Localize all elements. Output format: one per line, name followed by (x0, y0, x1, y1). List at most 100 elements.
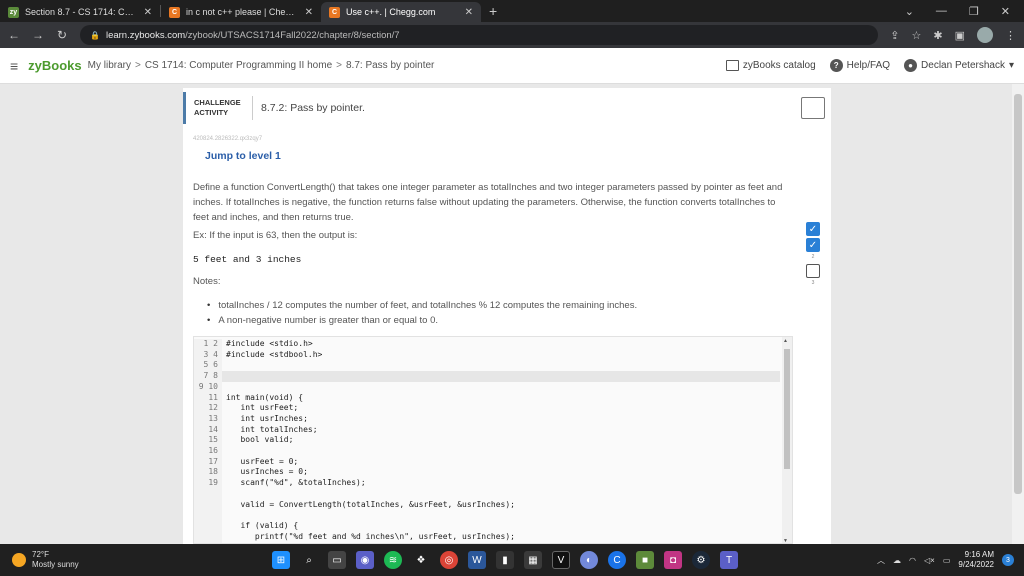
sidepanel-icon[interactable]: ▣ (955, 29, 965, 42)
store-icon[interactable]: ▦ (524, 551, 542, 569)
task-view-icon[interactable]: ▭ (328, 551, 346, 569)
breadcrumb-section[interactable]: 8.7: Pass by pointer (346, 60, 434, 71)
weather-widget[interactable]: 72°F Mostly sunny (0, 550, 240, 570)
challenge-activity-card: CHALLENGE ACTIVITY 8.7.2: Pass by pointe… (183, 88, 831, 544)
extensions-icon[interactable]: ✱ (933, 29, 942, 42)
jump-to-level-link[interactable]: Jump to level 1 (205, 150, 281, 162)
dropbox-icon[interactable]: ❖ (412, 551, 430, 569)
bookmark-star-icon[interactable]: ☆ (912, 29, 922, 42)
hamburger-menu-icon[interactable]: ≡ (10, 58, 18, 74)
close-icon[interactable]: ✕ (465, 7, 473, 18)
level-indicators: ✓ ✓ 2 3 (806, 222, 820, 290)
code-text[interactable]: #include <stdio.h> #include <stdbool.h> … (226, 339, 515, 542)
catalog-label: zyBooks catalog (742, 60, 816, 71)
tab-zybooks-section[interactable]: zy Section 8.7 - CS 1714: Computer ✕ (0, 2, 160, 22)
forward-arrow-icon[interactable]: → (32, 28, 44, 42)
discord-icon[interactable]: ◐ (580, 551, 598, 569)
level-number: 3 (811, 280, 815, 286)
header-actions: zyBooks catalog ? Help/FAQ ● Declan Peters… (725, 59, 1014, 72)
tab-chegg-2[interactable]: C Use c++. | Chegg.com ✕ (321, 2, 481, 22)
url-bar[interactable]: 🔒 learn.zybooks.com/zybook/UTSACS1714Fal… (80, 25, 879, 45)
breadcrumb: My library > CS 1714: Computer Programmi… (88, 60, 435, 71)
file-explorer-icon[interactable]: ▮ (496, 551, 514, 569)
onedrive-icon[interactable]: ☁ (893, 556, 901, 565)
lock-icon: 🔒 (90, 30, 100, 40)
list-item: A non-negative number is greater than or… (207, 313, 637, 328)
volume-icon[interactable]: ◁× (924, 556, 935, 565)
teams-icon[interactable]: T (720, 551, 738, 569)
breadcrumb-separator: > (336, 60, 342, 71)
help-question-icon: ? (829, 59, 843, 72)
word-icon[interactable]: W (468, 551, 486, 569)
reload-icon[interactable]: ↻ (56, 28, 68, 42)
level-1-checkbox[interactable]: ✓ (806, 222, 820, 236)
problem-description: Define a function ConvertLength() that t… (193, 182, 783, 223)
url-host: learn.zybooks.com (105, 29, 186, 41)
clock-time: 9:16 AM (964, 550, 994, 559)
new-tab-plus-icon[interactable]: + (481, 3, 505, 19)
address-toolbar: ← → ↻ 🔒 learn.zybooks.com/zybook/UTSACS1… (0, 22, 1024, 48)
windows-start-icon[interactable]: ⊞ (272, 551, 290, 569)
url-path: /zybook/UTSACS1714Fall2022/chapter/8/sec… (185, 29, 400, 41)
minecraft-icon[interactable]: ■ (636, 551, 654, 569)
activity-type-line1: CHALLENGE (194, 98, 241, 107)
catalog-link[interactable]: zyBooks catalog (725, 60, 816, 71)
tab-search-chevron-icon[interactable]: ⌄ (905, 5, 914, 18)
scrollbar-thumb[interactable] (784, 349, 790, 469)
breadcrumb-library[interactable]: My library (88, 60, 131, 71)
zybooks-favicon-icon: zy (8, 6, 19, 18)
restore-icon[interactable]: ❐ (969, 5, 979, 18)
browser-tab-strip: zy Section 8.7 - CS 1714: Computer ✕ C i… (0, 0, 1024, 22)
user-menu[interactable]: ● Declan Petershack ▾ (904, 59, 1014, 72)
activity-type-line2: ACTIVITY (194, 108, 229, 117)
help-link[interactable]: ? Help/FAQ (829, 59, 891, 72)
zybooks-logo[interactable]: zyBooks (28, 58, 81, 73)
example-output: 5 feet and 3 inches (193, 254, 302, 265)
chat-icon[interactable]: ◉ (356, 551, 374, 569)
profile-avatar-icon[interactable] (977, 27, 993, 43)
chegg-favicon-icon: C (329, 6, 340, 18)
minimize-icon[interactable]: — (936, 5, 947, 17)
close-icon[interactable]: ✕ (144, 7, 152, 18)
page-scrollbar-thumb[interactable] (1014, 94, 1022, 494)
windows-taskbar: 72°F Mostly sunny ⊞ ⌕ ▭ ◉ ≋ ❖ ◎ W ▮ ▦ V … (0, 544, 1024, 576)
list-item: totalInches / 12 computes the number of … (207, 298, 637, 313)
steam-icon[interactable]: ⚙ (692, 551, 710, 569)
code-editor[interactable]: 1 2 3 4 5 6 7 8 9 10 11 12 13 14 15 16 1… (193, 336, 793, 544)
tray-chevron-icon[interactable]: ︿ (877, 555, 885, 566)
zybooks-header: ≡ zyBooks My library > CS 1714: Computer… (0, 48, 1024, 84)
help-label: Help/FAQ (846, 60, 891, 71)
breadcrumb-course[interactable]: CS 1714: Computer Programming II home (145, 60, 332, 71)
taskbar-apps: ⊞ ⌕ ▭ ◉ ≋ ❖ ◎ W ▮ ▦ V ◐ C ■ ◘ ⚙ T (272, 551, 738, 569)
level-number: 2 (811, 254, 815, 260)
battery-icon[interactable]: ▭ (943, 556, 951, 565)
weather-condition: Mostly sunny (32, 560, 79, 569)
close-window-icon[interactable]: ✕ (1001, 5, 1010, 18)
editor-scrollbar[interactable]: ▲ ▼ (782, 337, 792, 543)
notes-label: Notes: (193, 276, 221, 287)
wifi-icon[interactable]: ◠ (909, 556, 916, 565)
close-icon[interactable]: ✕ (305, 7, 313, 18)
line-number-gutter: 1 2 3 4 5 6 7 8 9 10 11 12 13 14 15 16 1… (194, 339, 222, 543)
notification-badge[interactable]: 3 (1002, 554, 1014, 566)
browser-icon[interactable]: C (608, 551, 626, 569)
clock[interactable]: 9:16 AM 9/24/2022 (958, 550, 994, 570)
user-avatar-icon: ● (904, 59, 918, 72)
weather-temp: 72°F (32, 550, 49, 559)
instagram-icon[interactable]: ◘ (664, 551, 682, 569)
header-divider (252, 96, 253, 120)
scroll-up-arrow-icon[interactable]: ▲ (783, 338, 788, 344)
kebab-menu-icon[interactable]: ⋮ (1005, 29, 1016, 42)
level-2-checkbox[interactable]: ✓ (806, 238, 820, 252)
level-3-checkbox[interactable] (806, 264, 820, 278)
back-arrow-icon[interactable]: ← (8, 28, 20, 42)
example-text: Ex: If the input is 63, then the output … (193, 230, 358, 241)
spotify-icon[interactable]: ≋ (384, 551, 402, 569)
share-icon[interactable]: ⇪ (890, 29, 899, 42)
tab-chegg-1[interactable]: C in c not c++ please | Chegg.com ✕ (161, 2, 321, 22)
page-scrollbar[interactable] (1012, 84, 1024, 544)
chrome-icon[interactable]: ◎ (440, 551, 458, 569)
breadcrumb-separator: > (134, 60, 141, 71)
vpn-icon[interactable]: V (552, 551, 570, 569)
search-icon[interactable]: ⌕ (300, 551, 318, 569)
